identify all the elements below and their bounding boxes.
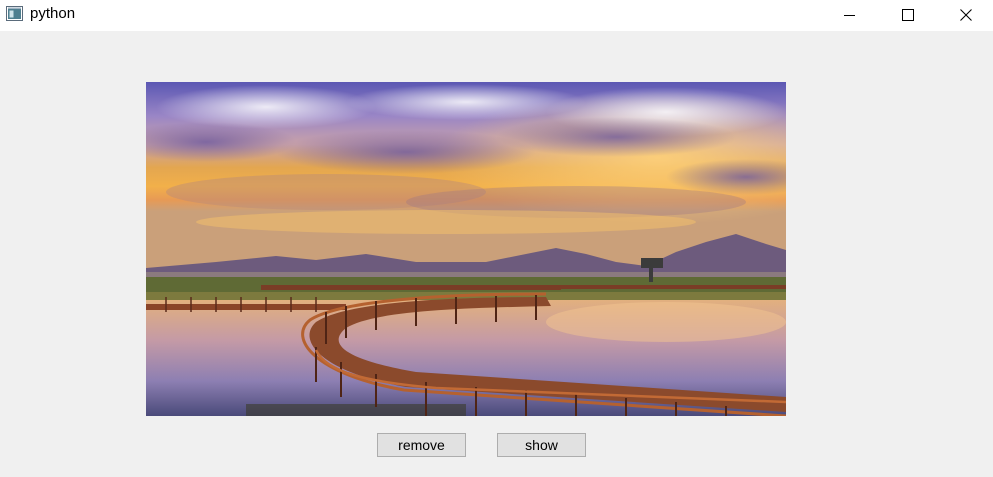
maximize-button[interactable] <box>879 0 937 30</box>
close-icon <box>960 9 972 21</box>
remove-button[interactable]: remove <box>377 433 466 457</box>
landscape-photo <box>146 82 786 416</box>
window-title: python <box>30 5 76 22</box>
show-button[interactable]: show <box>497 433 586 457</box>
app-window: python remove show <box>0 0 993 477</box>
maximize-icon <box>902 9 914 21</box>
minimize-icon <box>844 15 855 16</box>
python-app-icon <box>6 6 23 21</box>
client-area: remove show <box>0 31 993 477</box>
title-bar[interactable]: python <box>0 0 993 31</box>
minimize-button[interactable] <box>821 0 879 30</box>
photo-display <box>146 82 786 416</box>
close-button[interactable] <box>937 0 993 30</box>
